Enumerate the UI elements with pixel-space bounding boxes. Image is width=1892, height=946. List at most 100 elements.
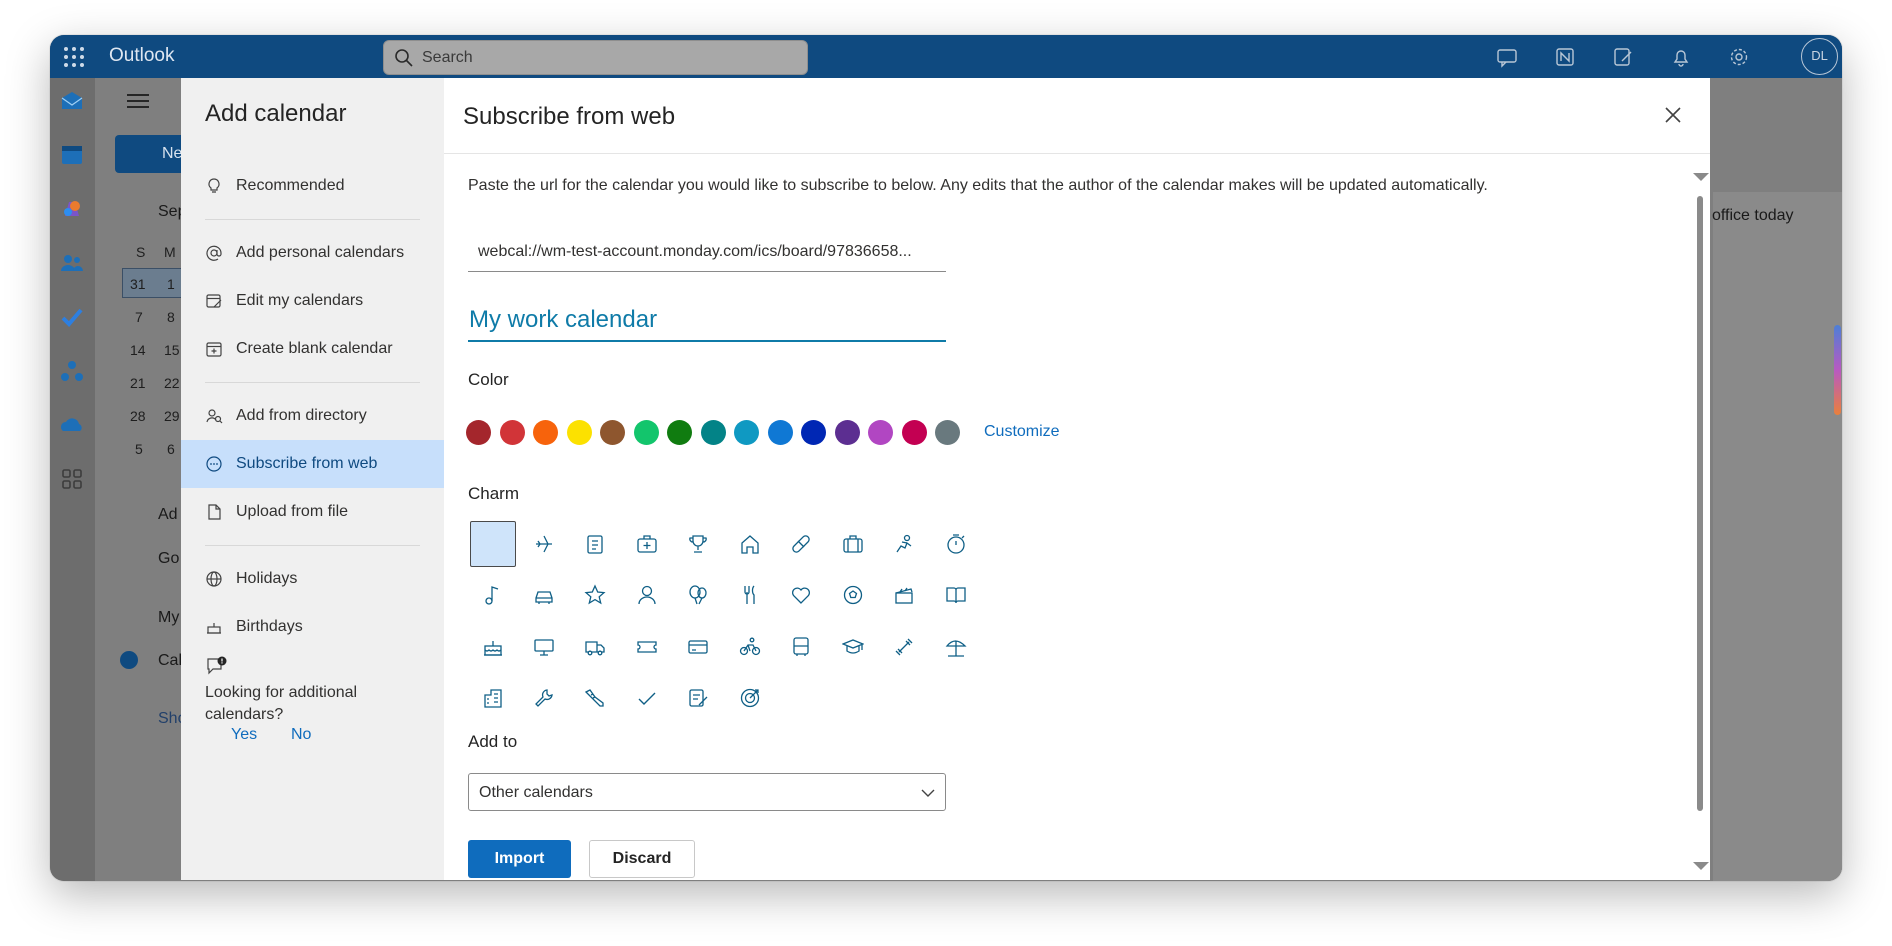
charm-cake[interactable] [470,624,516,670]
color-swatch[interactable] [566,420,592,445]
charm-airplane[interactable] [521,521,567,567]
nav-add-personal[interactable]: Add personal calendars [181,229,444,277]
charm-shoe[interactable] [572,675,618,721]
color-swatch[interactable] [734,420,759,445]
day-cell[interactable]: 22 [164,375,180,391]
color-swatch[interactable] [466,420,491,445]
color-swatch[interactable] [834,420,860,445]
charm-truck[interactable] [572,624,618,670]
charm-checkmark[interactable] [624,675,670,721]
day-cell[interactable]: 29 [164,408,180,424]
charm-timer[interactable] [933,521,979,567]
day-cell[interactable]: 6 [167,441,175,457]
charm-ticket[interactable] [624,624,670,670]
charm-food[interactable] [727,572,773,618]
day-cell[interactable]: 15 [164,342,180,358]
add-to-select[interactable]: Other calendars [468,773,946,811]
charm-dumbbell[interactable] [881,624,927,670]
charm-target[interactable] [727,675,773,721]
charm-trophy[interactable] [675,521,721,567]
nav-birthdays[interactable]: Birthdays [181,603,444,651]
charm-desktop[interactable] [521,624,567,670]
scrollbar-thumb[interactable] [1697,196,1703,811]
mail-icon[interactable] [59,88,85,114]
close-icon[interactable] [1662,104,1684,126]
color-swatch[interactable] [801,420,826,445]
color-swatch[interactable] [700,420,726,445]
charm-soccer[interactable] [830,572,876,618]
charm-card[interactable] [675,624,721,670]
calendar-checkbox[interactable] [120,651,138,669]
charm-bus[interactable] [778,624,824,670]
charm-person[interactable] [624,572,670,618]
bell-icon[interactable] [1670,46,1692,68]
day-cell[interactable]: 5 [135,441,143,457]
people-icon[interactable] [59,250,85,276]
color-swatch[interactable] [600,420,625,445]
url-input[interactable]: webcal://wm-test-account.monday.com/ics/… [468,236,946,272]
day-cell[interactable]: 21 [130,375,146,391]
charm-edit-list[interactable] [675,675,721,721]
calendar-name-input[interactable]: My work calendar [468,300,946,342]
import-button[interactable]: Import [468,840,571,878]
charm-wrench[interactable] [521,675,567,721]
color-swatch[interactable] [935,420,960,445]
hamburger-icon[interactable] [127,93,149,109]
no-link[interactable]: No [291,726,311,744]
meet-now-icon[interactable] [1496,46,1518,68]
color-swatch[interactable] [533,420,558,445]
charm-graduation[interactable] [830,624,876,670]
day-cell[interactable]: 1 [167,276,175,292]
discard-button[interactable]: Discard [589,840,695,878]
scroll-down-arrow[interactable] [1693,862,1709,870]
color-swatch[interactable] [633,420,659,445]
charm-star[interactable] [572,572,618,618]
charm-music[interactable] [470,572,516,618]
charm-first-aid[interactable] [624,521,670,567]
calendar-icon[interactable] [59,142,85,168]
gear-icon[interactable] [1728,46,1750,68]
charm-briefcase[interactable] [830,521,876,567]
color-swatch[interactable] [767,420,793,445]
day-cell[interactable]: 31 [130,276,146,292]
customize-link[interactable]: Customize [984,423,1060,441]
add-calendar-link[interactable]: Ad [158,506,178,524]
color-swatch[interactable] [868,420,893,445]
charm-clipboard[interactable] [572,521,618,567]
day-cell[interactable]: 14 [130,342,146,358]
charm-home[interactable] [727,521,773,567]
charm-beach[interactable] [933,624,979,670]
charm-building[interactable] [470,675,516,721]
org-icon[interactable] [59,358,85,384]
charm-person-run[interactable] [881,521,927,567]
charm-bike[interactable] [727,624,773,670]
color-swatch[interactable] [901,420,927,445]
search-box[interactable]: Search [383,40,808,75]
todo-icon[interactable] [1612,46,1634,68]
charm-heart[interactable] [778,572,824,618]
onenote-icon[interactable] [1554,46,1576,68]
day-cell[interactable]: 8 [167,309,175,325]
yes-link[interactable]: Yes [231,726,257,744]
charm-balloon[interactable] [675,572,721,618]
nav-create-blank[interactable]: Create blank calendar [181,325,444,373]
nav-add-from-directory[interactable]: Add from directory [181,392,444,440]
charm-pill[interactable] [778,521,824,567]
color-swatch[interactable] [499,420,525,445]
charm-clapper[interactable] [881,572,927,618]
onedrive-icon[interactable] [59,412,85,438]
todo-check-icon[interactable] [59,304,85,330]
color-swatch[interactable] [667,420,692,445]
nav-subscribe-from-web[interactable]: Subscribe from web [181,440,444,488]
scroll-up-arrow[interactable] [1693,173,1709,181]
avatar[interactable]: DL [1801,38,1838,75]
nav-edit-calendars[interactable]: Edit my calendars [181,277,444,325]
charm-book[interactable] [933,572,979,618]
go-link[interactable]: Go [158,550,179,568]
charm-car[interactable] [521,572,567,618]
more-apps-icon[interactable] [59,466,85,492]
calendar-item[interactable]: Cal [158,652,182,670]
charm-none[interactable] [470,521,516,567]
nav-holidays[interactable]: Holidays [181,555,444,603]
day-cell[interactable]: 7 [135,309,143,325]
